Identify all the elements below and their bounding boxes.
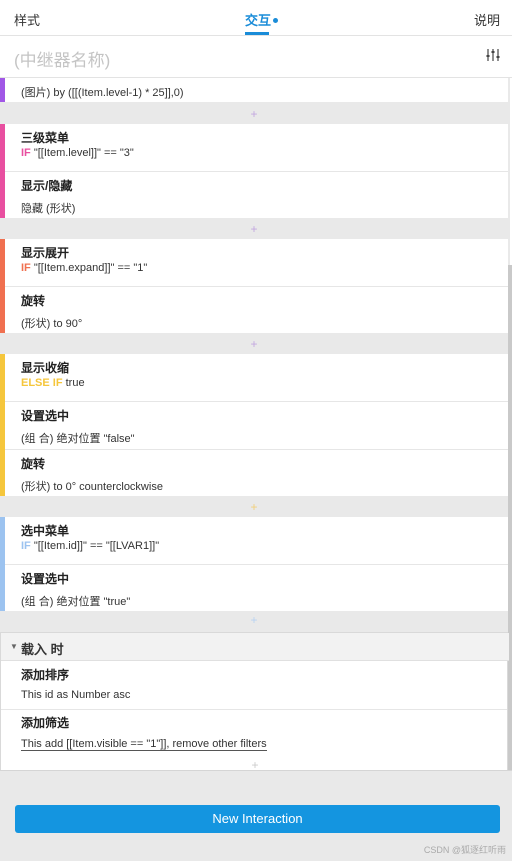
- tab-style[interactable]: 样式: [14, 10, 40, 29]
- add-case-button[interactable]: +: [0, 611, 508, 629]
- case-block[interactable]: 显示收缩 ELSE IF true 设置选中 (组 合) 绝对位置 "false…: [0, 354, 508, 496]
- settings-sliders-icon[interactable]: [486, 48, 500, 62]
- case-header[interactable]: 三级菜单 IF "[[Item.level]]" == "3": [5, 124, 508, 170]
- new-interaction-button[interactable]: New Interaction: [15, 805, 500, 833]
- case-header[interactable]: 显示展开 IF "[[Item.expand]]" == "1": [5, 239, 508, 285]
- case-condition-text: "[[Item.id]]" == "[[LVAR1]]": [30, 540, 160, 552]
- action-row[interactable]: 添加筛选 This add [[Item.visible == "1"]], r…: [1, 709, 507, 756]
- action-value: (图片) by ([[(Item.level-1) * 25]],0): [21, 87, 184, 99]
- case-title: 选中菜单: [21, 524, 70, 538]
- watermark: CSDN @狐逐红听雨: [423, 845, 506, 855]
- action-value: This id as Number asc: [21, 689, 131, 701]
- action-title: 设置选中: [21, 409, 70, 423]
- event-group-header[interactable]: ▼ 载入 时: [1, 633, 509, 661]
- add-case-button[interactable]: +: [0, 335, 508, 353]
- add-case-button[interactable]: +: [0, 498, 508, 516]
- case-block[interactable]: 三级菜单 IF "[[Item.level]]" == "3" 显示/隐藏 隐藏…: [0, 124, 508, 218]
- action-value: (组 合) 绝对位置 "true": [21, 596, 131, 608]
- tab-notes[interactable]: 说明: [474, 10, 500, 29]
- case-condition: IF "[[Item.id]]" == "[[LVAR1]]": [21, 540, 159, 552]
- action-row[interactable]: 添加排序 This id as Number asc: [1, 661, 507, 708]
- case-title: 三级菜单: [21, 131, 70, 145]
- tab-active-underline: [245, 32, 269, 35]
- case-keyword: IF: [21, 540, 31, 552]
- add-case-button[interactable]: +: [0, 220, 508, 238]
- action-title: 旋转: [21, 294, 46, 308]
- case-condition: ELSE IF true: [21, 377, 85, 389]
- case-condition: IF "[[Item.level]]" == "3": [21, 147, 134, 159]
- action-value: (形状) to 0° counterclockwise: [21, 481, 163, 493]
- footer: New Interaction CSDN @狐逐红听雨: [0, 770, 512, 861]
- action-row[interactable]: 设置选中 (组 合) 绝对位置 "true": [5, 564, 508, 611]
- case-header[interactable]: 选中菜单 IF "[[Item.id]]" == "[[LVAR1]]": [5, 517, 508, 563]
- widget-name-input[interactable]: (中继器名称): [14, 46, 110, 71]
- case-keyword: IF: [21, 262, 31, 274]
- case-block-partial[interactable]: (图片) by ([[(Item.level-1) * 25]],0): [0, 78, 508, 102]
- action-row[interactable]: 旋转 (形状) to 0° counterclockwise: [5, 449, 508, 496]
- tab-interactions-label: 交互: [245, 13, 272, 28]
- case-title: 显示收缩: [21, 361, 70, 375]
- action-value: (形状) to 90°: [21, 318, 83, 330]
- action-value: 隐藏 (形状): [21, 203, 76, 215]
- case-condition-text: "[[Item.expand]]" == "1": [30, 262, 148, 274]
- case-keyword: ELSE IF: [21, 377, 63, 389]
- collapse-arrow-icon[interactable]: ▼: [10, 642, 18, 651]
- active-dot-icon: [273, 18, 279, 23]
- event-group-on-load[interactable]: ▼ 载入 时 添加排序 This id as Number asc 添加筛选 T…: [0, 632, 509, 772]
- action-title: 旋转: [21, 457, 46, 471]
- tab-interactions[interactable]: 交互: [245, 10, 279, 35]
- case-block[interactable]: 显示展开 IF "[[Item.expand]]" == "1" 旋转 (形状)…: [0, 239, 508, 333]
- case-condition-text: true: [62, 377, 85, 389]
- scrollbar[interactable]: [508, 265, 512, 770]
- case-condition-text: "[[Item.level]]" == "3": [30, 147, 134, 159]
- action-row[interactable]: 设置选中 (组 合) 绝对位置 "false": [5, 401, 508, 448]
- event-label: 载入 时: [21, 642, 64, 657]
- widget-name-row: (中继器名称): [0, 36, 512, 78]
- action-value: (组 合) 绝对位置 "false": [21, 433, 135, 445]
- add-case-button[interactable]: +: [0, 105, 508, 123]
- case-title: 显示展开: [21, 246, 70, 260]
- action-row[interactable]: 显示/隐藏 隐藏 (形状): [5, 171, 508, 218]
- case-block[interactable]: 选中菜单 IF "[[Item.id]]" == "[[LVAR1]]" 设置选…: [0, 517, 508, 611]
- case-condition: IF "[[Item.expand]]" == "1": [21, 262, 147, 274]
- action-row[interactable]: (图片) by ([[(Item.level-1) * 25]],0): [5, 78, 508, 102]
- case-header[interactable]: 显示收缩 ELSE IF true: [5, 354, 508, 400]
- action-row[interactable]: 旋转 (形状) to 90°: [5, 286, 508, 333]
- case-keyword: IF: [21, 147, 31, 159]
- action-title: 添加筛选: [21, 716, 70, 730]
- panel-tabs: 样式 交互 说明: [0, 0, 512, 36]
- action-title: 添加排序: [21, 668, 70, 682]
- action-title: 显示/隐藏: [21, 179, 73, 193]
- action-title: 设置选中: [21, 572, 70, 586]
- action-value: This add [[Item.visible == "1"]], remove…: [21, 738, 267, 751]
